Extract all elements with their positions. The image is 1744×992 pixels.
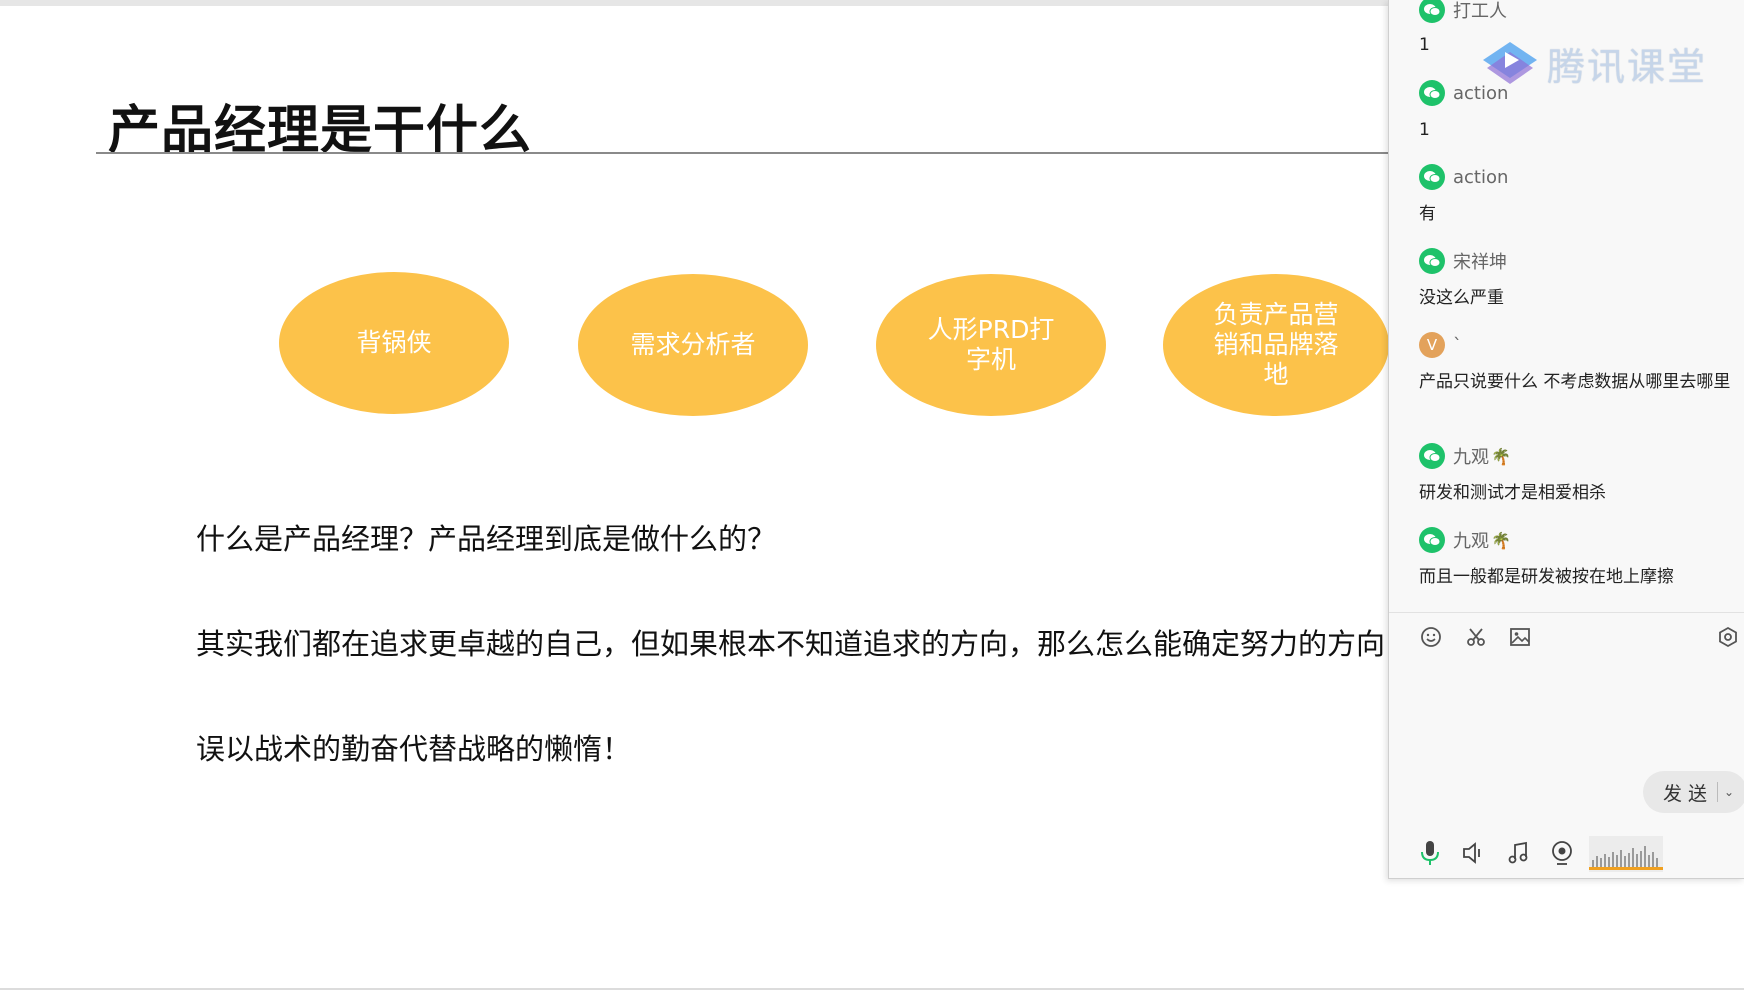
send-separator: [1717, 782, 1719, 802]
chat-username: 九观: [1453, 447, 1489, 468]
image-button[interactable]: [1507, 624, 1533, 650]
bubble-role-2: 需求分析者: [578, 274, 808, 416]
chat-username: 九观: [1453, 531, 1489, 552]
slide-text-line-3: 误以战术的勤奋代替战略的懒惰！: [196, 732, 632, 766]
chat-message-header: action: [1419, 164, 1508, 190]
audio-level-meter: [1589, 836, 1663, 872]
chat-message-text: 有: [1419, 204, 1436, 224]
screenshot-button[interactable]: [1463, 624, 1489, 650]
emoji-button[interactable]: [1418, 624, 1444, 650]
chat-message-text: 而且一般都是研发被按在地上摩擦: [1419, 567, 1674, 587]
bubble-label: 需求分析者: [630, 330, 756, 359]
chat-message-text: 没这么严重: [1419, 288, 1504, 308]
wechat-icon: [1419, 527, 1445, 553]
chat-message-header: 九观 🌴: [1419, 443, 1511, 469]
wechat-icon: [1419, 80, 1445, 106]
chat-username: action: [1453, 82, 1509, 104]
wechat-icon: [1419, 443, 1445, 469]
music-icon: [1508, 841, 1528, 864]
speaker-icon: [1463, 842, 1480, 864]
settings-button[interactable]: [1715, 624, 1741, 650]
send-label: 发 送: [1663, 782, 1708, 805]
bubble-label: 负责产品营销和品牌落地: [1213, 300, 1339, 389]
palm-tree-emoji-icon: 🌴: [1491, 446, 1511, 466]
camera-button[interactable]: [1547, 838, 1577, 868]
chat-username: 宋祥坤: [1453, 252, 1507, 273]
bubble-role-4: 负责产品营销和品牌落地: [1163, 274, 1389, 416]
chat-message-header: action: [1419, 80, 1508, 106]
bubble-label: 人形PRD打字机: [927, 315, 1055, 374]
microphone-button[interactable]: [1415, 838, 1445, 868]
chat-message-header: 打工人: [1419, 0, 1507, 23]
chat-message-text: 研发和测试才是相爱相杀: [1419, 483, 1606, 503]
settings-hex-icon: [1719, 626, 1737, 648]
audio-waveform-icon: [1589, 846, 1663, 870]
music-button[interactable]: [1503, 838, 1533, 868]
bubble-role-3: 人形PRD打字机: [876, 274, 1106, 416]
chat-username: action: [1453, 166, 1509, 188]
bubble-label: 背锅侠: [356, 328, 432, 357]
chat-message-header: 宋祥坤: [1419, 248, 1507, 274]
chat-message-text: 1: [1419, 35, 1430, 55]
speaker-button[interactable]: [1459, 838, 1489, 868]
chevron-down-icon[interactable]: ⌄: [1724, 785, 1734, 799]
avatar: V: [1419, 332, 1445, 358]
palm-tree-emoji-icon: 🌴: [1491, 530, 1511, 550]
chat-panel: 腾讯课堂 打工人 1 action 1 action 有 宋祥坤 没这么严重 V…: [1388, 0, 1744, 879]
chat-message-header: V `: [1419, 332, 1462, 358]
wechat-icon: [1419, 0, 1445, 23]
chat-username: 打工人: [1453, 1, 1507, 22]
chat-username: `: [1453, 334, 1462, 356]
slide-text-line-2: 其实我们都在追求更卓越的自己，但如果根本不知道追求的方向，那么怎么能确定努力的方…: [196, 627, 1386, 661]
wechat-icon: [1419, 164, 1445, 190]
send-button[interactable]: 发 送 ⌄: [1643, 771, 1744, 813]
slide-text-line-1: 什么是产品经理？产品经理到底是做什么的？: [196, 522, 777, 556]
chat-message-text: 产品只说要什么 不考虑数据从哪里去哪里: [1419, 372, 1731, 392]
camera-icon: [1552, 841, 1572, 865]
chat-message-header: 九观 🌴: [1419, 527, 1511, 553]
scissors-icon: [1467, 628, 1485, 646]
wechat-icon: [1419, 248, 1445, 274]
microphone-icon: [1421, 841, 1439, 865]
title-underline: [96, 152, 1388, 154]
chat-input-divider: [1389, 612, 1744, 613]
chat-message-text: 1: [1419, 120, 1430, 140]
image-icon: [1510, 628, 1530, 646]
bubble-role-1: 背锅侠: [279, 272, 509, 414]
emoji-icon: [1421, 627, 1441, 647]
bottom-border: [0, 988, 1744, 990]
